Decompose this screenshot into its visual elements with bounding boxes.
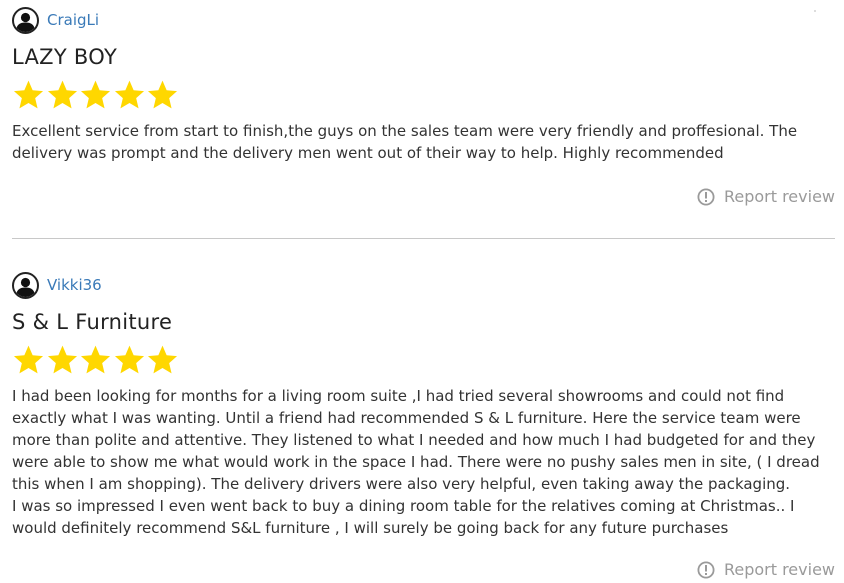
star-icon bbox=[147, 80, 178, 109]
review-author: CraigLi bbox=[12, 6, 835, 34]
exclamation-circle-icon bbox=[697, 561, 715, 578]
report-review-button[interactable]: Report review bbox=[697, 187, 835, 206]
user-avatar-icon[interactable] bbox=[12, 271, 39, 299]
review-paragraph: I had been looking for months for a livi… bbox=[12, 387, 820, 493]
review-card: CraigLi LAZY BOY Excellent service from … bbox=[12, 6, 835, 206]
report-review-button[interactable]: Report review bbox=[697, 560, 835, 579]
review-title: LAZY BOY bbox=[12, 45, 118, 69]
star-icon bbox=[80, 80, 111, 109]
username-link[interactable]: CraigLi bbox=[47, 11, 99, 29]
exclamation-circle-icon bbox=[697, 188, 715, 205]
review-divider bbox=[12, 238, 835, 239]
star-icon bbox=[13, 345, 44, 374]
star-rating bbox=[12, 78, 835, 112]
star-icon bbox=[114, 80, 144, 109]
review-title: S & L Furniture bbox=[12, 310, 173, 334]
review-paragraph: I was so impressed I even went back to b… bbox=[12, 497, 795, 537]
report-review-label: Report review bbox=[723, 187, 835, 206]
review-body: I had been looking for months for a livi… bbox=[12, 385, 835, 539]
review-author: Vikki36 bbox=[12, 271, 835, 299]
star-icon bbox=[147, 345, 178, 374]
review-card: Vikki36 S & L Furniture I had been looki… bbox=[12, 271, 835, 579]
star-icon bbox=[114, 345, 144, 374]
review-body: Excellent service from start to finish,t… bbox=[12, 120, 835, 164]
star-rating bbox=[12, 343, 835, 377]
review-paragraph: Excellent service from start to finish,t… bbox=[12, 122, 798, 162]
user-avatar-icon[interactable] bbox=[12, 6, 39, 34]
report-review-label: Report review bbox=[723, 560, 835, 579]
star-icon bbox=[47, 345, 77, 374]
star-icon bbox=[47, 80, 77, 109]
username-link[interactable]: Vikki36 bbox=[47, 276, 102, 294]
star-icon bbox=[80, 345, 111, 374]
star-icon bbox=[13, 80, 44, 109]
